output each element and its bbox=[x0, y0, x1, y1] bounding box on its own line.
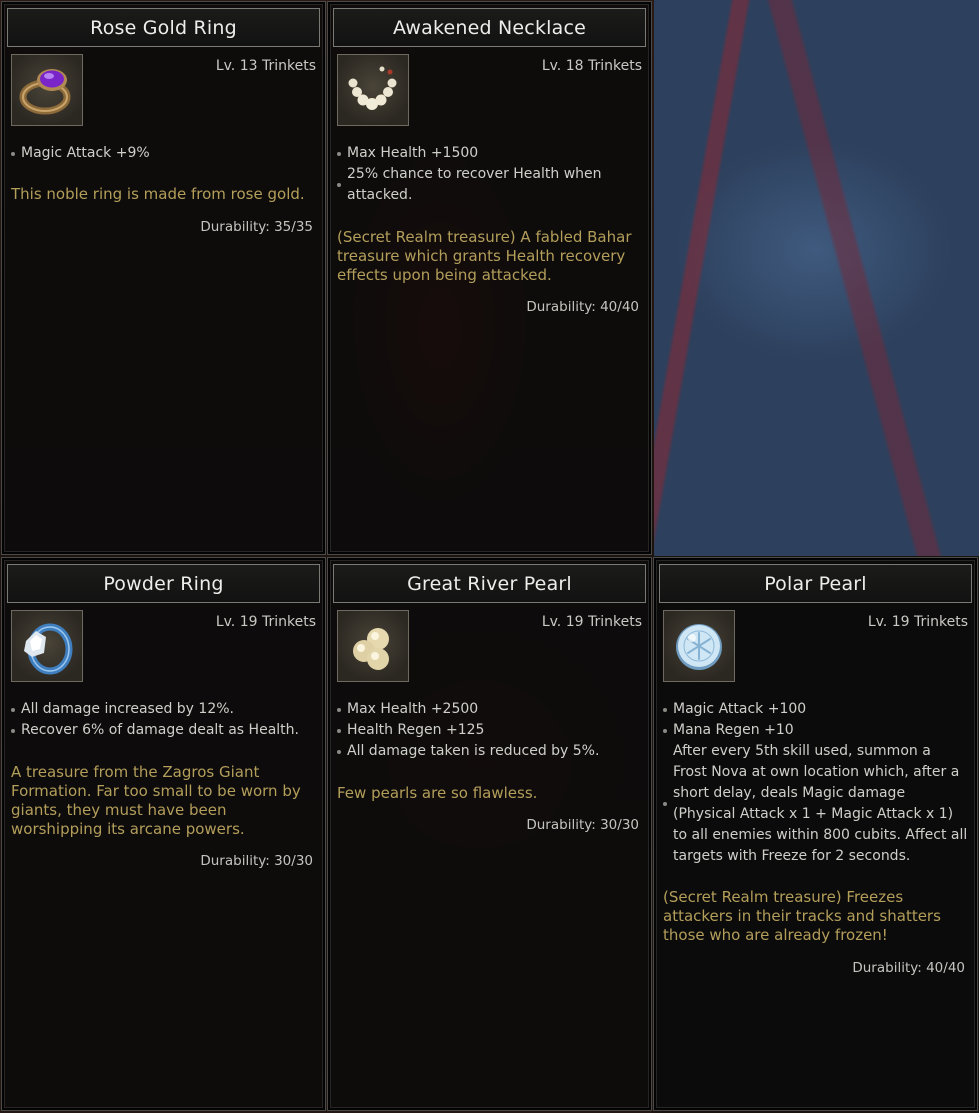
polar-pearl-icon bbox=[663, 610, 735, 682]
bullet-icon bbox=[337, 728, 341, 733]
item-stats: Max Health +1500 25% chance to recover H… bbox=[337, 143, 642, 206]
item-level: Lv. 19 Trinkets bbox=[215, 614, 316, 630]
bullet-icon bbox=[663, 707, 667, 712]
item-tooltip-rose-gold-ring: Rose Gold Ring Lv. 13 Trinkets Magic Att… bbox=[1, 1, 326, 555]
bullet-icon bbox=[11, 707, 15, 712]
stat-line: Max Health +1500 bbox=[337, 143, 642, 164]
item-flavor-text: A treasure from the Zagros Giant Formati… bbox=[11, 763, 301, 838]
pearls-icon bbox=[337, 610, 409, 682]
item-durability: Durability: 30/30 bbox=[200, 853, 313, 869]
bullet-icon bbox=[11, 728, 15, 733]
background-scene-blue bbox=[654, 0, 979, 556]
item-durability: Durability: 30/30 bbox=[526, 817, 639, 833]
item-tooltip-great-river-pearl: Great River Pearl Lv. 19 Trinkets Max He… bbox=[327, 557, 652, 1111]
item-level: Lv. 13 Trinkets bbox=[215, 58, 316, 74]
rose-gold-ring-icon bbox=[11, 54, 83, 126]
item-durability: Durability: 35/35 bbox=[200, 219, 313, 235]
item-title: Rose Gold Ring bbox=[7, 8, 320, 47]
item-stats: Magic Attack +9% bbox=[11, 143, 316, 164]
stat-line: Recover 6% of damage dealt as Health. bbox=[11, 720, 316, 741]
item-title: Awakened Necklace bbox=[333, 8, 646, 47]
pearl-necklace-icon bbox=[337, 54, 409, 126]
item-durability: Durability: 40/40 bbox=[526, 299, 639, 315]
item-flavor-text: (Secret Realm treasure) Freezes attacker… bbox=[663, 888, 941, 944]
stat-line: Mana Regen +10 bbox=[663, 720, 968, 741]
powder-ring-icon bbox=[11, 610, 83, 682]
stat-line: Magic Attack +9% bbox=[11, 143, 316, 164]
item-level: Lv. 19 Trinkets bbox=[867, 614, 968, 630]
bullet-icon bbox=[11, 151, 15, 156]
bullet-icon bbox=[663, 728, 667, 733]
item-tooltip-awakened-necklace: Awakened Necklace Lv. 18 Trinkets Max He… bbox=[327, 1, 652, 555]
stat-line: Health Regen +125 bbox=[337, 720, 642, 741]
item-level: Lv. 19 Trinkets bbox=[541, 614, 642, 630]
item-level: Lv. 18 Trinkets bbox=[541, 58, 642, 74]
bullet-icon bbox=[337, 183, 341, 187]
item-stats: All damage increased by 12%. Recover 6% … bbox=[11, 699, 316, 741]
stat-line: All damage increased by 12%. bbox=[11, 699, 316, 720]
item-durability: Durability: 40/40 bbox=[852, 960, 965, 976]
item-title: Great River Pearl bbox=[333, 564, 646, 603]
item-tooltip-powder-ring: Powder Ring Lv. 19 Trinkets All damage i… bbox=[1, 557, 326, 1111]
bullet-icon bbox=[337, 707, 341, 712]
item-tooltip-polar-pearl: Polar Pearl Lv. 19 Trinkets Magic Attack… bbox=[653, 557, 978, 1111]
item-flavor-text: Few pearls are so flawless. bbox=[337, 784, 538, 802]
stat-line: Max Health +2500 bbox=[337, 699, 642, 720]
bullet-icon bbox=[663, 802, 667, 806]
item-flavor-text: This noble ring is made from rose gold. bbox=[11, 185, 305, 203]
bullet-icon bbox=[337, 151, 341, 156]
stat-line: All damage taken is reduced by 5%. bbox=[337, 741, 642, 762]
stat-line: After every 5th skill used, summon a Fro… bbox=[663, 741, 968, 867]
item-title: Powder Ring bbox=[7, 564, 320, 603]
bullet-icon bbox=[337, 749, 341, 754]
stat-line: Magic Attack +100 bbox=[663, 699, 968, 720]
stat-line: 25% chance to recover Health when attack… bbox=[337, 164, 642, 206]
item-stats: Magic Attack +100 Mana Regen +10 After e… bbox=[663, 699, 968, 867]
item-stats: Max Health +2500 Health Regen +125 All d… bbox=[337, 699, 642, 762]
item-title: Polar Pearl bbox=[659, 564, 972, 603]
item-flavor-text: (Secret Realm treasure) A fabled Bahar t… bbox=[337, 228, 632, 284]
